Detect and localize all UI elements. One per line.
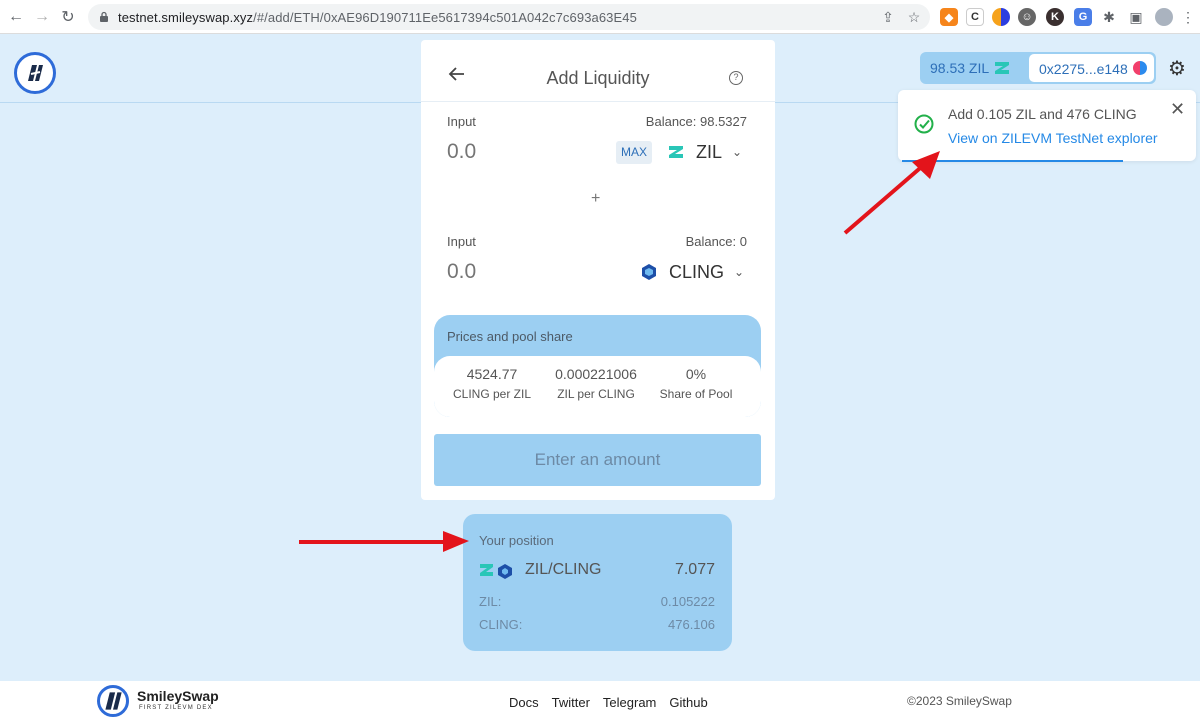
footer-brand: SmileySwap [137,688,219,704]
help-icon[interactable]: ? [729,71,743,85]
footer-tagline: FIRST ZILEVM DEX [139,705,213,711]
cling-amount-input[interactable] [447,260,567,284]
zil-token-selector[interactable]: ZIL ⌄ [666,138,742,166]
browser-toolbar: ← → ↻ testnet.smileyswap.xyz/#/add/ETH/0… [0,0,1200,34]
stat-label: ZIL per CLING [557,387,635,401]
menu-icon[interactable]: ⋮ [1180,9,1196,25]
telegram-link[interactable]: Telegram [603,695,656,710]
share-icon[interactable]: ⇪ [880,9,896,25]
enter-amount-button[interactable]: Enter an amount [434,434,761,486]
prices-pool-share: Prices and pool share 4524.77 CLING per … [434,315,761,417]
url-path: /#/add/ETH/0xAE96D190711Ee5617394c501A04… [253,9,637,25]
position-pair: ZIL/CLING [525,561,602,578]
puzzle-icon[interactable]: ✱ [1101,9,1117,25]
zil-amount-input[interactable] [447,140,567,164]
max-button[interactable]: MAX [616,141,652,164]
token1-name: ZIL [696,141,723,162]
success-check-icon [914,114,934,134]
header-divider-left [0,102,421,103]
footer-links: Docs Twitter Telegram Github [509,695,708,710]
chevron-down-icon: ⌄ [734,265,745,279]
zil-balance: 98.53 ZIL [930,60,990,76]
back-icon[interactable]: ← [6,7,26,27]
extension-k-icon[interactable]: K [1046,8,1064,26]
input2-label: Input [447,234,476,249]
github-link[interactable]: Github [669,695,707,710]
wallet-address: 0x2275...e148 [1039,61,1128,77]
annotation-arrow-toast [843,151,940,235]
page-title: Add Liquidity [546,68,650,88]
annotation-arrow-position [299,531,469,552]
stat-share-of-pool: 0% Share of Pool [641,366,751,401]
position-cling-label: CLING: [479,617,523,632]
chevron-down-icon: ⌄ [732,145,743,159]
account-avatar-icon [1133,61,1147,75]
forward-icon[interactable]: → [32,7,52,27]
settings-gear-icon[interactable]: ⚙ [1166,57,1188,80]
lock-icon [100,11,108,22]
footer: SmileySwap FIRST ZILEVM DEX Docs Twitter… [0,681,1200,718]
plus-icon: + [591,190,601,207]
stat-value: 0.000221006 [555,366,637,382]
cling-token-icon [642,264,656,280]
input1-label: Input [447,114,476,129]
zil-token-icon [995,62,1009,74]
token2-name: CLING [669,261,725,282]
stat-label: CLING per ZIL [452,387,532,401]
pool-title: Prices and pool share [447,329,573,344]
address-box[interactable]: 0x2275...e148 [1029,54,1154,82]
logo-mark-icon [28,65,43,81]
position-title: Your position [479,533,554,548]
pair-icons [480,564,512,579]
reload-icon[interactable]: ↻ [58,7,78,27]
close-icon[interactable]: ✕ [1170,99,1185,120]
metamask-extension-icon[interactable]: ◆ [940,8,958,26]
position-cling-value: 476.106 [668,617,715,632]
logo-mark-icon [105,692,122,710]
star-icon[interactable]: ☆ [906,9,922,25]
sidebar-icon[interactable]: ▣ [1128,9,1144,25]
stat-value: 0% [685,366,707,382]
zil-token-icon [669,146,683,158]
your-position-card: Your position ZIL/CLING 7.077 ZIL: 0.105… [463,514,732,651]
pool-stats: 4524.77 CLING per ZIL 0.000221006 ZIL pe… [434,356,761,417]
card-header: Add Liquidity ? [421,40,775,102]
explorer-link[interactable]: View on ZILEVM TestNet explorer [948,130,1158,146]
copyright: ©2023 SmileySwap [907,694,1012,708]
smileyswap-logo[interactable] [14,52,56,94]
extension-wallet-icon[interactable] [992,8,1010,26]
add-liquidity-card: Add Liquidity ? Input Balance: 98.5327 M… [421,40,775,500]
wallet-pill[interactable]: 98.53 ZIL 0x2275...e148 [920,52,1156,84]
input2-balance: Balance: 0 [685,234,747,249]
position-zil-label: ZIL: [479,594,502,609]
toast-message: Add 0.105 ZIL and 476 CLING [948,106,1137,122]
position-zil-value: 0.105222 [660,594,715,609]
stat-zil-per-cling: 0.000221006 ZIL per CLING [541,366,651,401]
translate-extension-icon[interactable]: G [1074,8,1092,26]
position-total: 7.077 [674,561,715,578]
footer-logo-icon [97,685,129,717]
url-host: testnet.smileyswap.xyz [118,9,254,25]
cling-token-selector[interactable]: CLING ⌄ [639,258,744,286]
extension-robot-icon[interactable]: ☺ [1018,8,1036,26]
stat-cling-per-zil: 4524.77 CLING per ZIL [437,366,547,401]
address-bar[interactable]: testnet.smileyswap.xyz/#/add/ETH/0xAE96D… [88,4,930,30]
twitter-link[interactable]: Twitter [552,695,590,710]
stat-label: Share of Pool [659,387,733,401]
input1-balance: Balance: 98.5327 [645,114,747,129]
url-text: testnet.smileyswap.xyz/#/add/ETH/0xAE96D… [118,10,637,25]
extension-c-icon[interactable]: C [966,8,984,26]
docs-link[interactable]: Docs [509,695,539,710]
profile-avatar-icon[interactable] [1155,8,1173,26]
stat-value: 4524.77 [466,366,518,382]
